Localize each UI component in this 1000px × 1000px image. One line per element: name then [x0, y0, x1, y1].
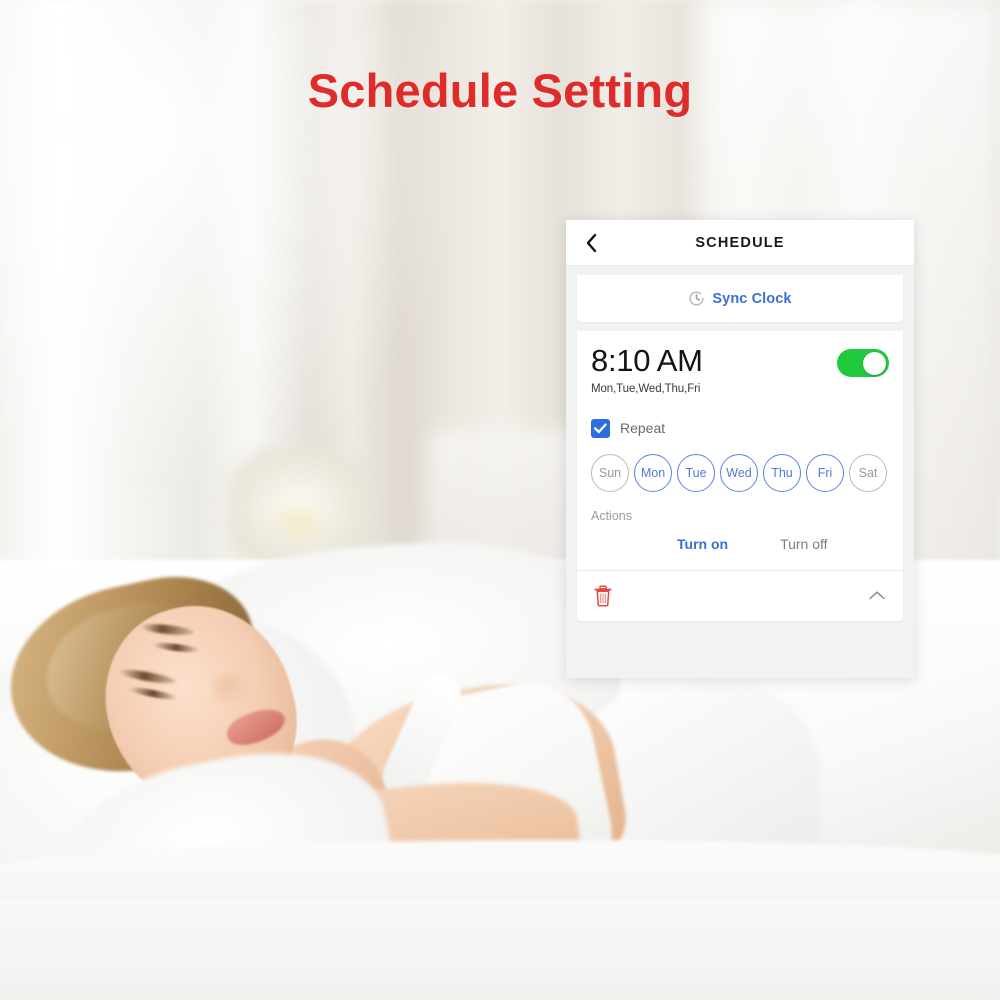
- day-option-fri[interactable]: Fri: [806, 453, 844, 492]
- nose: [212, 672, 252, 706]
- clock-sync-icon: [688, 290, 705, 307]
- trash-icon[interactable]: [593, 585, 613, 607]
- app-title: SCHEDULE: [695, 234, 785, 251]
- sync-clock-button[interactable]: Sync Clock: [577, 275, 903, 322]
- day-label: Sat: [858, 465, 878, 480]
- chevron-left-icon[interactable]: [580, 232, 602, 254]
- turn-on-button[interactable]: Turn on: [677, 536, 728, 552]
- day-label: Fri: [817, 465, 833, 480]
- day-option-sat[interactable]: Sat: [849, 453, 887, 492]
- schedule-time[interactable]: 8:10 AM: [591, 344, 703, 378]
- day-label: Thu: [771, 465, 793, 480]
- day-option-sun[interactable]: Sun: [591, 453, 629, 492]
- schedule-enable-toggle[interactable]: [837, 349, 889, 377]
- day-option-tue[interactable]: Tue: [677, 453, 715, 492]
- turn-off-button[interactable]: Turn off: [780, 536, 827, 552]
- day-option-mon[interactable]: Mon: [634, 453, 672, 492]
- schedule-days-summary: Mon,Tue,Wed,Thu,Fri: [591, 382, 701, 395]
- schedule-app-panel: SCHEDULE Sync Clock 8:10 AM Mon,Tue,Wed,…: [566, 220, 914, 678]
- repeat-label: Repeat: [620, 420, 666, 437]
- repeat-checkbox-row[interactable]: Repeat: [591, 418, 889, 438]
- toggle-knob: [863, 351, 886, 375]
- day-selector: Sun Mon Tue Wed Thu Fri Sat: [591, 453, 889, 492]
- actions-label: Actions: [591, 508, 632, 523]
- day-label: Sun: [598, 465, 622, 480]
- bed-foreground: [0, 900, 1000, 1000]
- sync-clock-label: Sync Clock: [712, 290, 792, 307]
- day-option-thu[interactable]: Thu: [763, 453, 801, 492]
- day-label: Mon: [640, 465, 666, 480]
- app-header: SCHEDULE: [566, 220, 914, 266]
- day-label: Wed: [726, 465, 752, 480]
- time-block[interactable]: 8:10 AM Mon,Tue,Wed,Thu,Fri: [591, 344, 703, 395]
- page-title: Schedule Setting: [307, 64, 693, 117]
- actions-row: Turn on Turn off: [591, 536, 889, 552]
- day-option-wed[interactable]: Wed: [720, 453, 758, 492]
- chevron-up-icon[interactable]: [867, 589, 887, 603]
- schedule-card-footer: [591, 571, 889, 621]
- repeat-checkbox[interactable]: [591, 418, 610, 438]
- schedule-card: 8:10 AM Mon,Tue,Wed,Thu,Fri Repeat Sun M…: [577, 331, 903, 621]
- day-label: Tue: [685, 465, 707, 480]
- time-row: 8:10 AM Mon,Tue,Wed,Thu,Fri: [591, 344, 889, 395]
